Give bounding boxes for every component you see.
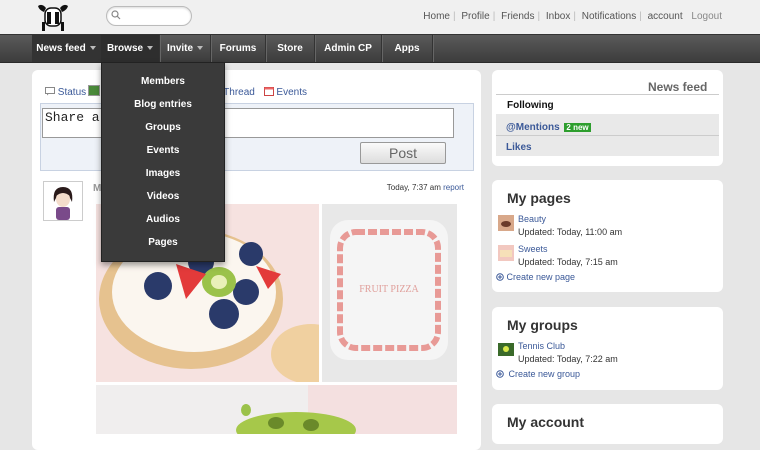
nav-forums[interactable]: Forums: [211, 35, 266, 62]
menu-item-videos[interactable]: Videos: [102, 185, 224, 208]
menu-item-events[interactable]: Events: [102, 139, 224, 162]
svg-text:FRUIT PIZZA: FRUIT PIZZA: [359, 284, 419, 295]
search-input[interactable]: [123, 8, 191, 24]
sweets-thumbnail[interactable]: [498, 245, 514, 261]
nav-apps[interactable]: Apps: [382, 35, 433, 62]
page-updated: Updated: Today, 7:15 am: [518, 257, 618, 267]
nav-store[interactable]: Store: [266, 35, 315, 62]
menu-item-images[interactable]: Images: [102, 162, 224, 185]
link-profile[interactable]: Profile: [461, 11, 489, 22]
chevron-down-icon: [89, 46, 96, 51]
photo-tab-icon[interactable]: [87, 85, 100, 96]
browse-dropdown-menu: Members Blog entries Groups Events Image…: [101, 62, 225, 262]
mentions-badge: 2 new: [564, 123, 591, 132]
filter-following[interactable]: Following: [507, 100, 554, 111]
beauty-thumbnail[interactable]: [498, 215, 514, 231]
nav-invite[interactable]: Invite: [160, 35, 211, 62]
my-account-title: My account: [507, 414, 585, 430]
link-home[interactable]: Home: [423, 11, 450, 22]
my-pages-title: My pages: [507, 190, 571, 206]
divider: [496, 94, 719, 95]
divider: [496, 135, 719, 136]
photo-fruit-pizza-card[interactable]: FRUIT PIZZA: [322, 204, 457, 382]
create-new-page[interactable]: Create new page: [496, 272, 575, 282]
page-updated: Updated: Today, 11:00 am: [518, 227, 623, 237]
tab-events[interactable]: Events: [263, 87, 307, 98]
page-link-sweets[interactable]: Sweets: [518, 244, 548, 254]
main-nav: News feed Browse Invite Forums Store Adm…: [0, 34, 760, 63]
create-new-group[interactable]: Create new group: [496, 369, 580, 379]
filter-likes[interactable]: Likes: [506, 142, 532, 153]
menu-item-members[interactable]: Members: [102, 70, 224, 93]
link-notifications[interactable]: Notifications: [582, 11, 636, 22]
avatar[interactable]: [43, 181, 83, 221]
link-account[interactable]: account: [648, 11, 683, 22]
cow-logo-icon[interactable]: [34, 2, 72, 32]
photo-kiwi-bowl[interactable]: [96, 385, 457, 434]
menu-item-groups[interactable]: Groups: [102, 116, 224, 139]
filter-mentions[interactable]: @Mentions 2 new: [506, 122, 591, 133]
tennis-club-thumbnail[interactable]: [498, 343, 514, 356]
menu-item-audios[interactable]: Audios: [102, 208, 224, 231]
menu-item-pages[interactable]: Pages: [102, 231, 224, 254]
tab-status[interactable]: Status: [45, 87, 86, 98]
post-meta: Today, 7:37 am report: [386, 183, 464, 192]
post-button[interactable]: Post: [360, 142, 446, 164]
search-icon: [111, 10, 121, 20]
link-inbox[interactable]: Inbox: [546, 11, 570, 22]
report-link[interactable]: report: [443, 183, 464, 192]
newsfeed-title: News feed: [648, 80, 708, 94]
calendar-icon: [263, 87, 274, 96]
search-box[interactable]: [106, 6, 192, 26]
link-logout[interactable]: Logout: [691, 11, 722, 22]
my-groups-title: My groups: [507, 317, 578, 333]
top-links: Home | Profile | Friends | Inbox | Notificat…: [423, 11, 722, 22]
plus-circle-icon: [496, 273, 504, 281]
chevron-down-icon: [197, 46, 204, 51]
top-bar: Home | Profile | Friends | Inbox | Notificat…: [0, 0, 760, 34]
fruit-pizza-card-image: FRUIT PIZZA: [322, 204, 457, 382]
status-icon: [45, 87, 55, 96]
chevron-down-icon: [147, 46, 154, 51]
nav-news-feed[interactable]: News feed: [32, 35, 101, 62]
user-avatar-icon: [44, 182, 82, 220]
group-updated: Updated: Today, 7:22 am: [518, 354, 618, 364]
kiwi-bowl-image: [96, 385, 457, 434]
tab-thread[interactable]: Thread: [223, 87, 255, 98]
nav-browse[interactable]: Browse: [101, 35, 160, 62]
link-friends[interactable]: Friends: [501, 11, 534, 22]
nav-admin-cp[interactable]: Admin CP: [315, 35, 382, 62]
group-link-tennis-club[interactable]: Tennis Club: [518, 341, 565, 351]
plus-circle-icon: [496, 370, 504, 378]
menu-item-blog-entries[interactable]: Blog entries: [102, 93, 224, 116]
page-link-beauty[interactable]: Beauty: [518, 214, 546, 224]
